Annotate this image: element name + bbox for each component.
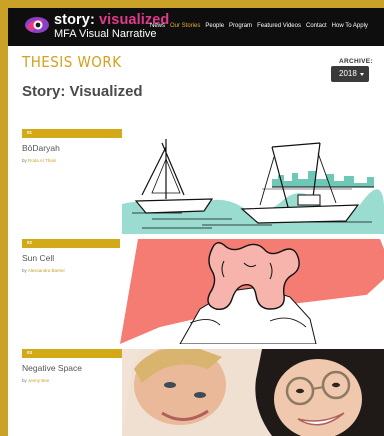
story-author[interactable]: Roda Al Thani: [28, 158, 56, 163]
story-byline: by Alessandra Barrier: [22, 268, 65, 273]
story-number-tab: 02: [22, 239, 126, 248]
nav-news[interactable]: News: [150, 23, 165, 29]
section-label: THESIS WORK: [22, 53, 122, 71]
nav-people[interactable]: People: [205, 23, 224, 29]
nav-how-to-apply[interactable]: How To Apply: [332, 23, 368, 29]
story-number: 02: [27, 240, 33, 245]
nav-our-stories[interactable]: Our Stories: [170, 23, 200, 29]
nav-contact[interactable]: Contact: [306, 23, 327, 29]
nav-featured-videos[interactable]: Featured Videos: [257, 23, 301, 29]
story-number: 03: [27, 350, 33, 355]
main-nav: News Our Stories People Program Featured…: [150, 23, 368, 29]
story-title[interactable]: BōDaryah: [22, 143, 60, 153]
story-number: 01: [27, 130, 33, 135]
story-title[interactable]: Sun Cell: [22, 253, 54, 263]
eye-logo-icon[interactable]: [24, 14, 50, 36]
story-author[interactable]: Alessandra Barrier: [28, 268, 65, 273]
story-number-tab: 01: [22, 129, 126, 138]
archive-label: ARCHIVE:: [339, 58, 373, 65]
caret-down-icon: [360, 73, 364, 76]
byline-prefix: by: [22, 268, 27, 273]
site-title-main: story:: [54, 12, 100, 28]
page-title: Story: Visualized: [22, 83, 143, 100]
nav-program[interactable]: Program: [229, 23, 252, 29]
story-card[interactable]: 03 Negative Space by Jenny Bee: [8, 349, 384, 436]
sun-cell-illustration[interactable]: [120, 239, 384, 344]
portrait-photo[interactable]: [122, 349, 384, 436]
story-title[interactable]: Negative Space: [22, 363, 82, 373]
page: story: visualized MFA Visual Narrative N…: [8, 8, 384, 436]
site-header: story: visualized MFA Visual Narrative N…: [8, 8, 384, 46]
archive-selected-year: 2018: [339, 69, 357, 78]
byline-prefix: by: [22, 158, 27, 163]
story-byline: by Jenny Bee: [22, 378, 49, 383]
story-author[interactable]: Jenny Bee: [28, 378, 49, 383]
story-byline: by Roda Al Thani: [22, 158, 56, 163]
site-subtitle: MFA Visual Narrative: [54, 28, 157, 40]
archive-year-select[interactable]: 2018: [331, 66, 369, 82]
story-number-tab: 03: [22, 349, 126, 358]
story-card[interactable]: 01 BōDaryah by Roda Al Thani: [8, 129, 384, 234]
boats-illustration[interactable]: [122, 129, 384, 234]
byline-prefix: by: [22, 378, 27, 383]
story-card[interactable]: 02 Sun Cell by Alessandra Barrier: [8, 239, 384, 344]
